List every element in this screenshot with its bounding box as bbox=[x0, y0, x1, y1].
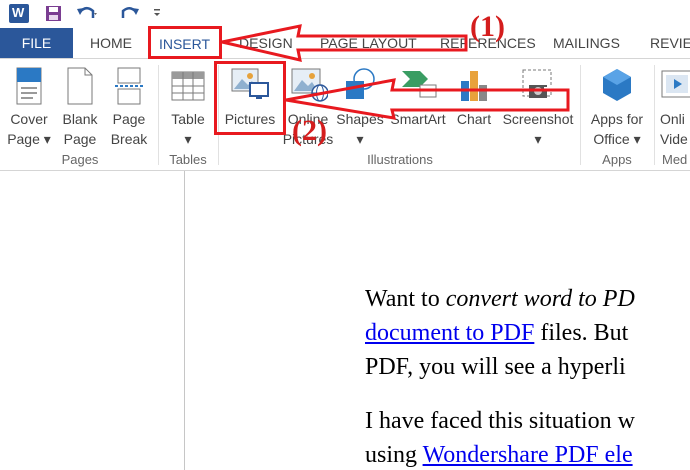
step-2-number: (2) bbox=[292, 114, 327, 147]
step-1-number: (1) bbox=[470, 10, 505, 43]
arrow-to-pictures-icon bbox=[285, 78, 570, 120]
arrow-to-insert-icon bbox=[221, 24, 468, 62]
annotation-arrows bbox=[221, 24, 570, 120]
